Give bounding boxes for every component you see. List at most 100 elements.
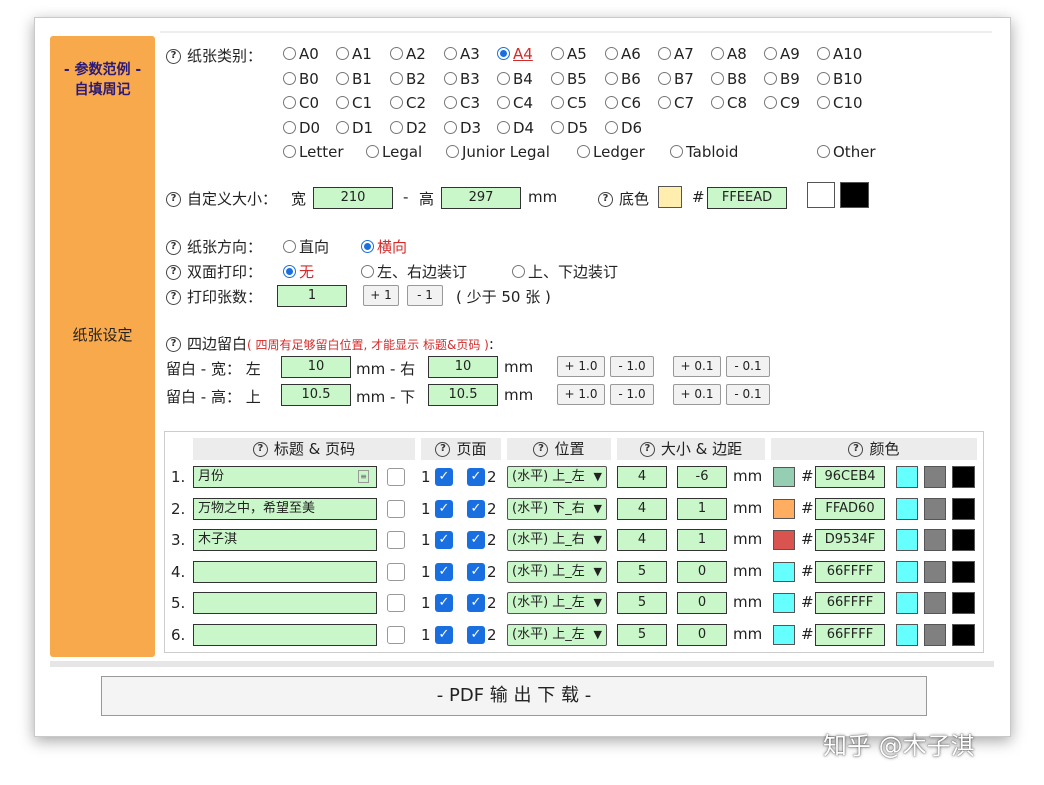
margin-top-input[interactable]: 10.5 (281, 384, 351, 406)
paper-option[interactable]: A10 (817, 45, 862, 63)
page-2-checkbox[interactable]: ✓ (467, 594, 485, 612)
pdf-download-button[interactable]: - PDF 输 出 下 载 - (101, 676, 927, 716)
paper-option[interactable]: B4 (497, 70, 533, 88)
paper-option[interactable]: D4 (497, 119, 534, 137)
bg-color-input[interactable]: FFEEAD (707, 187, 787, 209)
paper-option[interactable]: Junior Legal (446, 143, 550, 161)
radio-icon[interactable] (497, 121, 510, 134)
radio-icon[interactable] (390, 96, 403, 109)
color-swatch[interactable] (773, 467, 795, 487)
help-icon[interactable]: ? (252, 442, 268, 457)
margin-w-plus1-button[interactable]: + 1.0 (557, 356, 605, 377)
page-1-checkbox[interactable]: ✓ (435, 594, 453, 612)
help-icon[interactable]: ? (639, 442, 655, 457)
paper-option[interactable]: C0 (283, 94, 319, 112)
preset-cyan-swatch[interactable] (896, 466, 918, 488)
radio-icon[interactable] (283, 47, 296, 60)
radio-icon[interactable] (817, 96, 830, 109)
preset-cyan-swatch[interactable] (896, 624, 918, 646)
paper-option[interactable]: C9 (764, 94, 800, 112)
page-2-checkbox[interactable]: ✓ (467, 468, 485, 486)
radio-selected-icon[interactable] (283, 265, 296, 278)
position-select[interactable]: (水平) 上_左 ▼ (507, 592, 607, 614)
font-size-input[interactable]: 4 (617, 498, 667, 520)
help-icon[interactable]: ? (533, 442, 549, 457)
duplex-left-right[interactable]: 左、右边装订 (361, 261, 467, 282)
paper-option[interactable]: B6 (605, 70, 641, 88)
paper-option[interactable]: D1 (336, 119, 373, 137)
title-input[interactable]: 万物之中，希望至美 (193, 498, 377, 520)
paper-option[interactable]: C10 (817, 94, 863, 112)
margin-input[interactable]: 0 (677, 592, 727, 614)
paper-option[interactable]: B9 (764, 70, 800, 88)
paper-option[interactable]: C7 (658, 94, 694, 112)
radio-icon[interactable] (283, 121, 296, 134)
preset-cyan-swatch[interactable] (896, 529, 918, 551)
title-enable-checkbox[interactable] (387, 468, 405, 486)
paper-option[interactable]: B2 (390, 70, 426, 88)
radio-icon[interactable] (551, 121, 564, 134)
margin-input[interactable]: 1 (677, 498, 727, 520)
radio-icon[interactable] (336, 72, 349, 85)
radio-icon[interactable] (551, 72, 564, 85)
margin-input[interactable]: 1 (677, 529, 727, 551)
radio-icon[interactable] (446, 145, 459, 158)
paper-option[interactable]: Tabloid (670, 143, 738, 161)
paper-option[interactable]: A3 (444, 45, 480, 63)
font-size-input[interactable]: 4 (617, 466, 667, 488)
radio-selected-icon[interactable] (497, 47, 510, 60)
copies-minus-button[interactable]: - 1 (407, 285, 443, 306)
help-icon[interactable]: ? (598, 192, 613, 207)
page-2-checkbox[interactable]: ✓ (467, 531, 485, 549)
radio-icon[interactable] (764, 47, 777, 60)
preset-gray-swatch[interactable] (924, 561, 946, 583)
color-swatch[interactable] (773, 530, 795, 550)
margin-w-minus1-button[interactable]: - 1.0 (610, 356, 654, 377)
margin-input[interactable]: -6 (677, 466, 727, 488)
radio-icon[interactable] (336, 121, 349, 134)
title-input[interactable]: 木子淇 (193, 529, 377, 551)
title-enable-checkbox[interactable] (387, 594, 405, 612)
preset-black-swatch[interactable] (952, 592, 975, 614)
radio-icon[interactable] (605, 121, 618, 134)
title-input[interactable] (193, 561, 377, 583)
margin-right-input[interactable]: 10 (428, 356, 498, 378)
page-1-checkbox[interactable]: ✓ (435, 531, 453, 549)
margin-h-minus01-button[interactable]: - 0.1 (726, 384, 770, 405)
position-select[interactable]: (水平) 上_左 ▼ (507, 466, 607, 488)
radio-icon[interactable] (817, 72, 830, 85)
sidebar-title-line1[interactable]: - 参数范例 - (50, 60, 155, 80)
position-select[interactable]: (水平) 上_右 ▼ (507, 529, 607, 551)
color-swatch[interactable] (773, 625, 795, 645)
paper-option[interactable]: A1 (336, 45, 372, 63)
page-1-checkbox[interactable]: ✓ (435, 500, 453, 518)
margin-w-minus01-button[interactable]: - 0.1 (726, 356, 770, 377)
radio-icon[interactable] (361, 265, 374, 278)
margin-w-plus01-button[interactable]: + 0.1 (673, 356, 721, 377)
preset-black-swatch[interactable] (952, 624, 975, 646)
radio-icon[interactable] (390, 72, 403, 85)
copies-plus-button[interactable]: + 1 (363, 285, 399, 306)
radio-icon[interactable] (658, 47, 671, 60)
margin-h-plus01-button[interactable]: + 0.1 (673, 384, 721, 405)
font-size-input[interactable]: 4 (617, 529, 667, 551)
position-select[interactable]: (水平) 上_左 ▼ (507, 624, 607, 646)
radio-icon[interactable] (444, 47, 457, 60)
title-input[interactable] (193, 592, 377, 614)
radio-icon[interactable] (551, 47, 564, 60)
help-icon[interactable]: ? (848, 442, 864, 457)
radio-icon[interactable] (497, 96, 510, 109)
paper-option[interactable]: Ledger (577, 143, 645, 161)
paper-option[interactable]: Legal (366, 143, 422, 161)
radio-icon[interactable] (670, 145, 683, 158)
paper-option[interactable]: C5 (551, 94, 587, 112)
color-input[interactable]: 66FFFF (815, 624, 885, 646)
paper-option[interactable]: A4 (497, 45, 533, 63)
help-icon[interactable]: ? (166, 192, 181, 207)
radio-icon[interactable] (605, 72, 618, 85)
paper-option[interactable]: A7 (658, 45, 694, 63)
preset-gray-swatch[interactable] (924, 529, 946, 551)
help-icon[interactable]: ? (166, 290, 181, 305)
sidebar-title-line2[interactable]: 自填周记 (50, 80, 155, 100)
radio-icon[interactable] (512, 265, 525, 278)
